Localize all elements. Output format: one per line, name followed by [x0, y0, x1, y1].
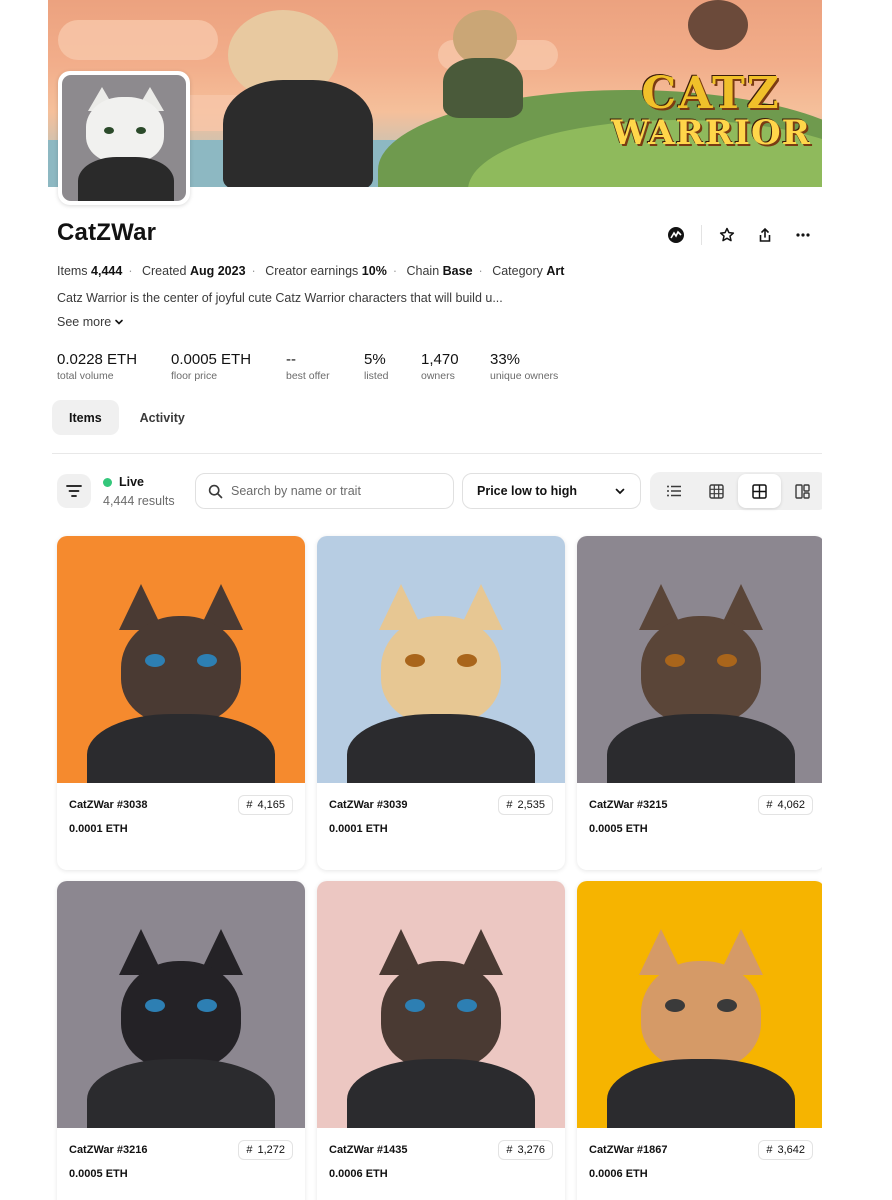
rarity-rank-value: 2,535	[517, 799, 545, 811]
small-grid-view-button[interactable]	[695, 474, 738, 508]
hash-icon: #	[766, 1144, 773, 1156]
sort-dropdown[interactable]: Price low to high	[462, 473, 641, 509]
nft-image[interactable]	[57, 536, 305, 783]
nft-name: CatZWar #3039	[329, 799, 408, 811]
nft-name: CatZWar #3215	[589, 799, 668, 811]
meta-items-label: Items	[57, 264, 88, 278]
nft-card[interactable]: CatZWar #3039 #2,535 0.0001 ETH	[317, 536, 565, 870]
chevron-down-icon	[615, 488, 625, 495]
large-grid-icon	[752, 483, 767, 499]
stat-floor-price: 0.0005 ETH floor price	[171, 351, 252, 382]
rarity-rank-value: 1,272	[257, 1144, 285, 1156]
collection-meta: Items 4,444 · Created Aug 2023 · Creator e…	[57, 264, 565, 278]
more-options-icon[interactable]	[784, 221, 822, 249]
view-mode-toggle	[650, 472, 822, 510]
rarity-rank-badge: #2,535	[498, 795, 553, 815]
rarity-rank-value: 3,642	[777, 1144, 805, 1156]
tabs-divider	[52, 453, 822, 454]
nft-card[interactable]: CatZWar #3215 #4,062 0.0005 ETH	[577, 536, 822, 870]
share-icon[interactable]	[746, 221, 784, 249]
collection-stats: 0.0228 ETH total volume 0.0005 ETH floor p…	[57, 351, 600, 382]
meta-earnings-value: 10%	[361, 264, 387, 278]
meta-category-value: Art	[546, 264, 565, 278]
header-actions	[657, 221, 822, 249]
live-label: Live	[119, 475, 145, 489]
nft-image[interactable]	[577, 536, 822, 783]
masonry-view-icon	[795, 483, 810, 499]
tab-items[interactable]: Items	[52, 400, 119, 435]
website-icon[interactable]	[657, 221, 695, 249]
hash-icon: #	[246, 799, 253, 811]
rarity-rank-value: 3,276	[517, 1144, 545, 1156]
live-status: Live 4,444 results	[103, 475, 175, 508]
live-dot-icon	[103, 477, 112, 487]
search-input[interactable]	[231, 484, 441, 498]
meta-chain-value: Base	[442, 264, 473, 278]
tab-activity[interactable]: Activity	[123, 400, 202, 435]
rarity-rank-badge: #4,165	[238, 795, 293, 815]
see-more-button[interactable]: See more	[57, 315, 124, 329]
hash-icon: #	[766, 799, 773, 811]
list-view-button[interactable]	[652, 474, 695, 508]
small-grid-icon	[709, 483, 724, 499]
collection-avatar	[58, 71, 190, 205]
filter-button[interactable]	[57, 474, 91, 508]
large-grid-view-button[interactable]	[738, 474, 781, 508]
stat-owners: 1,470 owners	[421, 351, 459, 382]
results-count: 4,444 results	[103, 494, 175, 508]
nft-price: 0.0005 ETH	[589, 823, 648, 835]
hash-icon: #	[506, 1144, 513, 1156]
nft-name: CatZWar #3216	[69, 1144, 148, 1156]
nft-image[interactable]	[577, 881, 822, 1128]
meta-created-label: Created	[141, 264, 187, 278]
page-title: CatZWar	[57, 219, 157, 246]
list-view-icon	[666, 485, 681, 497]
rarity-rank-badge: #3,276	[498, 1140, 553, 1160]
meta-items-value: 4,444	[91, 264, 123, 278]
collection-description: Catz Warrior is the center of joyful cut…	[57, 291, 503, 305]
actions-divider	[701, 225, 702, 245]
stat-listed: 5% listed	[364, 351, 389, 382]
nft-card[interactable]: CatZWar #3038 #4,165 0.0001 ETH	[57, 536, 305, 870]
nft-card[interactable]: CatZWar #1435 #3,276 0.0006 ETH	[317, 881, 565, 1200]
nft-name: CatZWar #3038	[69, 799, 148, 811]
nft-name: CatZWar #1435	[329, 1144, 408, 1156]
nft-name: CatZWar #1867	[589, 1144, 668, 1156]
favorite-star-icon[interactable]	[708, 221, 746, 249]
collection-page: CATZ WARRIOR CatZWar Items 4,444 · Creat…	[48, 0, 822, 1200]
nft-price: 0.0006 ETH	[589, 1168, 648, 1180]
search-icon	[208, 484, 223, 498]
nft-price: 0.0001 ETH	[329, 823, 388, 835]
meta-category-label: Category	[492, 264, 543, 278]
masonry-view-button[interactable]	[781, 474, 822, 508]
rarity-rank-value: 4,062	[777, 799, 805, 811]
nft-card[interactable]: CatZWar #3216 #1,272 0.0005 ETH	[57, 881, 305, 1200]
stat-best-offer: -- best offer	[286, 351, 330, 382]
see-more-label: See more	[57, 315, 112, 329]
hash-icon: #	[246, 1144, 253, 1156]
stat-unique-owners: 33% unique owners	[490, 351, 559, 382]
chevron-down-icon	[115, 319, 124, 325]
meta-chain-label: Chain	[406, 264, 440, 278]
hash-icon: #	[506, 799, 513, 811]
rarity-rank-badge: #4,062	[758, 795, 813, 815]
rarity-rank-value: 4,165	[257, 799, 285, 811]
banner-logo: CATZ WARRIOR	[611, 68, 811, 153]
rarity-rank-badge: #1,272	[238, 1140, 293, 1160]
nft-card[interactable]: CatZWar #1867 #3,642 0.0006 ETH	[577, 881, 822, 1200]
search-box[interactable]	[195, 473, 454, 509]
meta-created-value: Aug 2023	[189, 264, 246, 278]
stat-total-volume: 0.0228 ETH total volume	[57, 351, 138, 382]
nft-price: 0.0001 ETH	[69, 823, 128, 835]
nft-price: 0.0005 ETH	[69, 1168, 128, 1180]
nft-image[interactable]	[317, 881, 565, 1128]
nft-price: 0.0006 ETH	[329, 1168, 388, 1180]
rarity-rank-badge: #3,642	[758, 1140, 813, 1160]
filter-icon	[66, 485, 82, 497]
nft-image[interactable]	[317, 536, 565, 783]
meta-earnings-label: Creator earnings	[265, 264, 359, 278]
nft-image[interactable]	[57, 881, 305, 1128]
collection-tabs: Items Activity	[52, 400, 202, 435]
sort-value: Price low to high	[477, 484, 578, 498]
